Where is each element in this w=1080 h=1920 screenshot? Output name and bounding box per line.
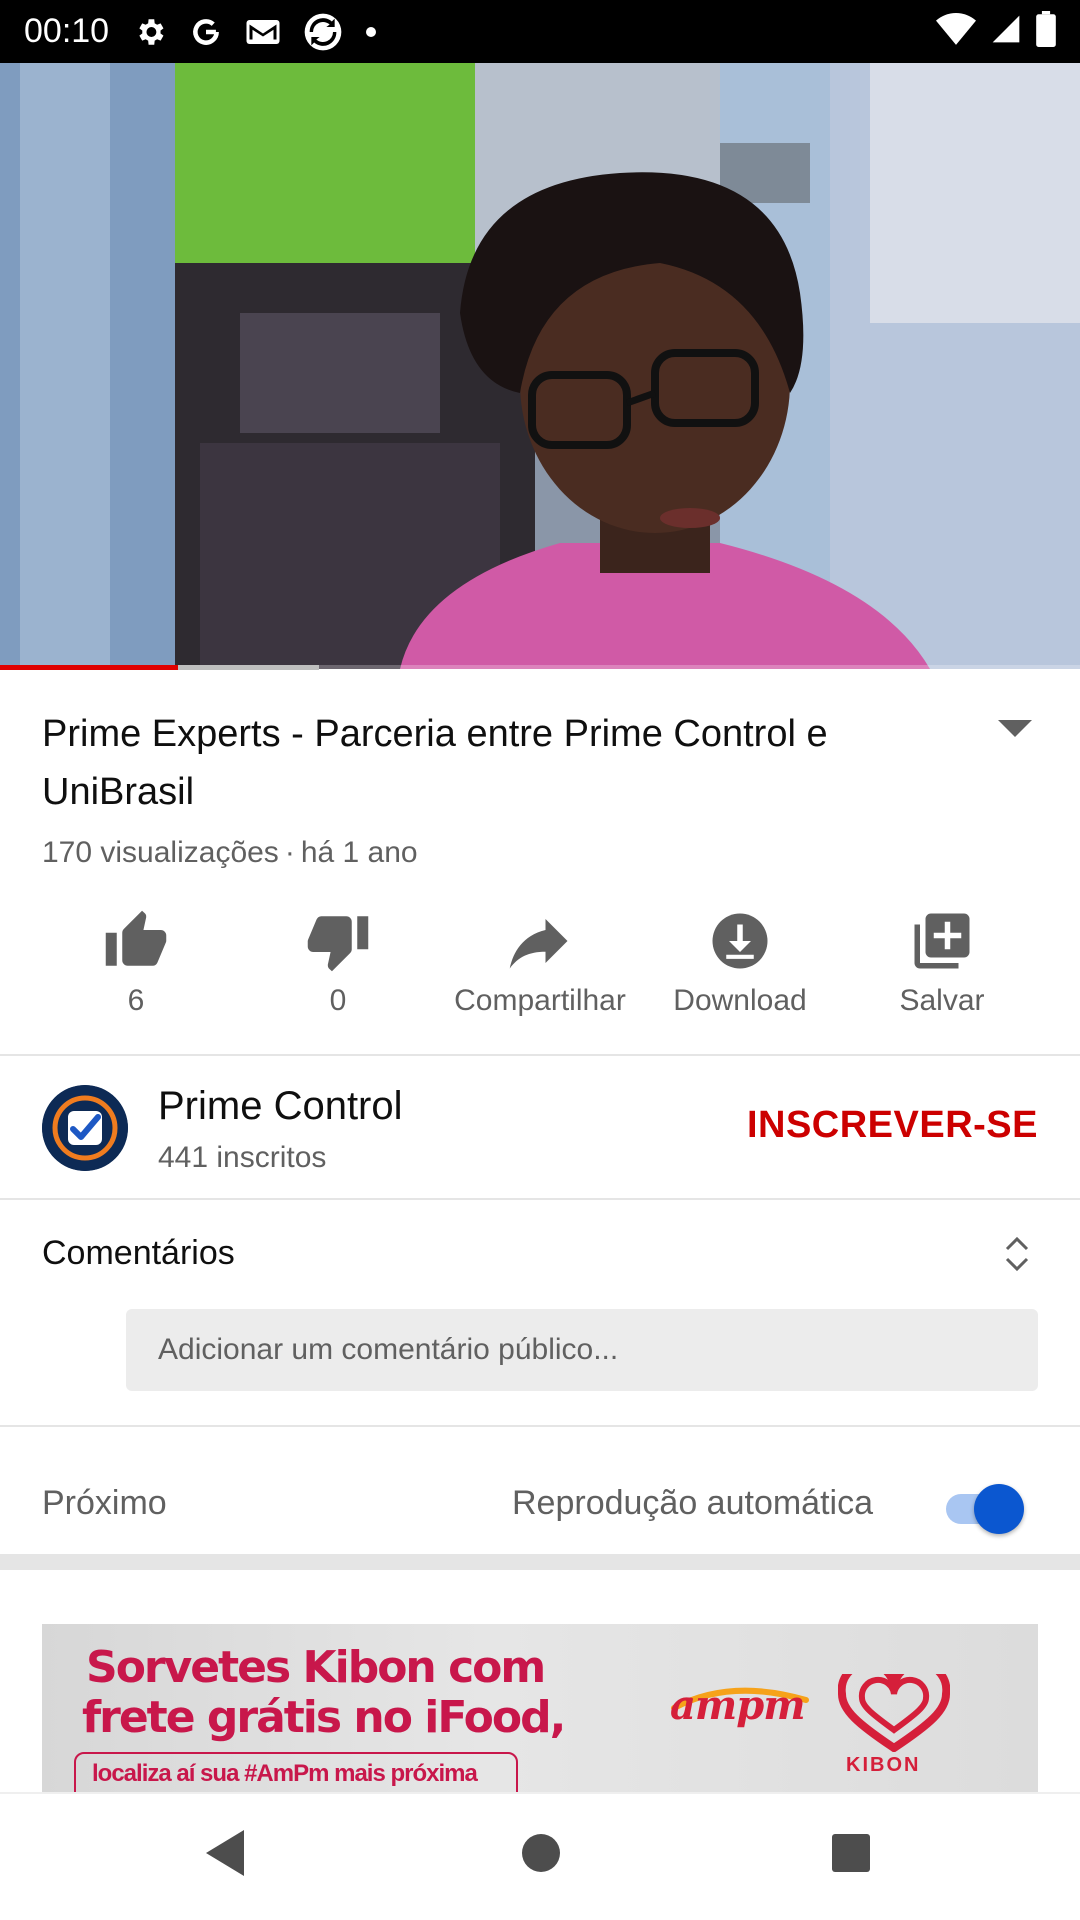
ad-tagline-box: localiza aí sua #AmPm mais próxima — [74, 1752, 518, 1792]
divider — [0, 1054, 1080, 1056]
divider — [0, 1198, 1080, 1200]
section-separator — [0, 1554, 1080, 1570]
upload-age: há 1 ano — [300, 836, 418, 869]
download-icon — [712, 913, 768, 969]
like-button[interactable]: 6 — [36, 900, 236, 1030]
autoplay-toggle[interactable] — [946, 1484, 1028, 1534]
gear-icon — [133, 15, 167, 49]
ad-tagline: localiza aí sua #AmPm mais próxima — [92, 1760, 478, 1787]
share-label: Compartilhar — [454, 984, 626, 1017]
kibon-logo-text: KIBON — [846, 1754, 921, 1776]
meta-separator: · — [284, 836, 295, 869]
video-player[interactable] — [0, 63, 1080, 669]
channel-logo-icon — [42, 1085, 128, 1171]
home-icon[interactable] — [520, 1828, 562, 1883]
autoplay-label: Reprodução automática — [512, 1484, 874, 1522]
subscriber-count: 441 inscritos — [158, 1141, 327, 1174]
ad-headline-line2: frete grátis no iFood, — [82, 1692, 566, 1743]
download-label: Download — [673, 984, 807, 1017]
expand-description-icon[interactable] — [998, 720, 1032, 745]
system-status-icons — [936, 11, 1056, 52]
dot-icon — [365, 26, 377, 38]
navigation-bar — [0, 1792, 1080, 1920]
thumbs-up-icon — [105, 910, 167, 966]
video-meta: 170 visualizações · há 1 ano — [42, 836, 418, 870]
like-count: 6 — [127, 984, 145, 1017]
status-time: 00:10 — [24, 12, 110, 50]
channel-avatar[interactable] — [42, 1085, 128, 1171]
add-to-playlist-icon — [914, 913, 970, 969]
share-icon — [509, 919, 568, 969]
cellular-signal-icon — [990, 13, 1022, 50]
video-progress-bar[interactable] — [0, 665, 1080, 670]
comments-header[interactable]: Comentários — [42, 1234, 235, 1273]
channel-name[interactable]: Prime Control — [158, 1084, 403, 1129]
video-frame — [0, 63, 1080, 669]
battery-icon — [1036, 11, 1056, 52]
save-label: Salvar — [899, 984, 985, 1017]
back-icon[interactable] — [204, 1828, 248, 1883]
thumbs-down-icon — [307, 916, 369, 972]
kibon-heart-icon — [838, 1674, 950, 1752]
expand-collapse-icon[interactable] — [1004, 1234, 1030, 1279]
recents-icon[interactable] — [830, 1828, 872, 1883]
ampm-logo: ampm — [670, 1682, 806, 1729]
google-g-icon — [189, 15, 223, 49]
dislike-button[interactable]: 0 — [238, 900, 438, 1030]
status-bar: 00:10 — [0, 0, 1080, 63]
action-row: 6 0 Compartilhar Download Salvar — [0, 900, 1080, 1030]
share-button[interactable]: Compartilhar — [440, 900, 640, 1030]
divider — [0, 1425, 1080, 1427]
subscribe-button[interactable]: INSCREVER-SE — [747, 1104, 1038, 1147]
comment-input[interactable]: Adicionar um comentário público... — [126, 1309, 1038, 1391]
dislike-count: 0 — [329, 984, 347, 1017]
wifi-icon — [936, 13, 976, 50]
toggle-thumb — [974, 1484, 1024, 1534]
sync-app-icon — [303, 12, 343, 52]
view-count: 170 visualizações — [42, 836, 279, 869]
notification-icons — [133, 12, 377, 52]
progress-played — [0, 665, 179, 670]
download-button[interactable]: Download — [640, 900, 840, 1030]
video-title[interactable]: Prime Experts - Parceria entre Prime Con… — [42, 705, 942, 821]
gmail-icon — [245, 17, 281, 47]
ad-headline-line1: Sorvetes Kibon com — [86, 1642, 546, 1693]
up-next-label: Próximo — [42, 1484, 167, 1522]
save-button[interactable]: Salvar — [842, 900, 1042, 1030]
ad-banner[interactable]: Sorvetes Kibon com frete grátis no iFood… — [42, 1624, 1038, 1792]
